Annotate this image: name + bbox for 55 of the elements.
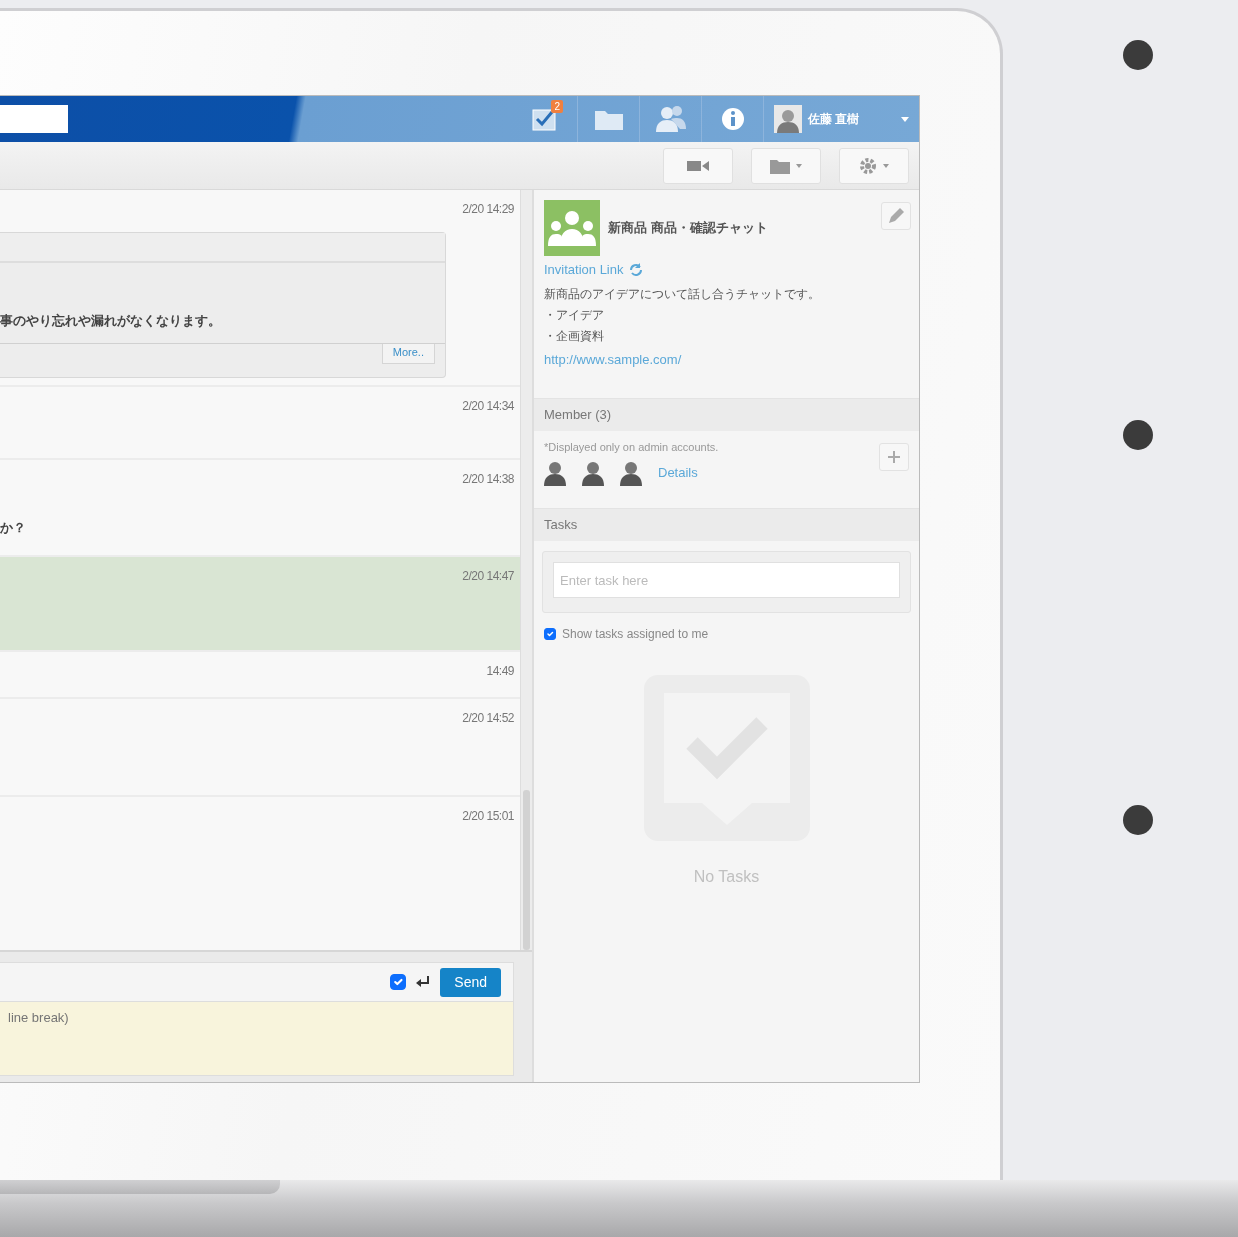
settings-icon [859,156,877,175]
details-link[interactable]: Details [658,462,698,483]
search-field[interactable] [0,105,68,133]
chat-title: 新商品 商品・確認チャット [608,219,768,238]
description-line: ・企画資料 [544,327,605,345]
add-member-button[interactable] [879,443,909,471]
enter-to-send-checkbox[interactable] [390,974,407,990]
caret-icon [883,163,889,168]
info-icon[interactable] [720,107,745,131]
invitation-link[interactable]: Invitation Link [544,260,624,280]
message-time: 2/20 14:38 [461,471,514,488]
message-time: 2/20 14:52 [461,710,514,727]
folder-menu-button[interactable] [751,147,821,184]
settings-button[interactable] [839,147,909,184]
notification-badge: 2 [551,100,563,113]
show-mine-checkbox[interactable] [544,628,556,640]
plus-icon [888,451,900,463]
message-text: か？ [0,519,27,537]
folder-icon [770,157,790,174]
bullet-icon [1123,420,1153,450]
people-icon[interactable] [654,105,687,133]
member-avatar-icon [544,459,566,486]
message-time: 2/20 14:47 [461,568,514,585]
send-button[interactable]: Send [440,967,501,997]
refresh-icon [627,261,644,278]
bullet-icon [1123,40,1153,70]
description-line: 新商品のアイデアについて話し合うチャットです。 [544,285,821,303]
task-input[interactable]: Enter task here [553,562,900,598]
show-mine-label: Show tasks assigned to me [562,626,709,643]
bullet-icon [1123,805,1153,835]
enter-key-icon [416,976,431,988]
video-call-button[interactable] [663,147,733,184]
edit-button[interactable] [881,202,911,230]
admin-note: *Displayed only on admin accounts. [544,440,720,455]
tasks-header: Tasks [534,508,919,541]
video-camera-icon [687,158,709,173]
more-link[interactable]: More.. [381,344,435,364]
user-name[interactable]: 佐藤 直樹 [808,110,860,128]
caret-icon[interactable] [901,116,909,122]
description-line: ・アイデア [544,306,605,324]
member-avatar-icon [582,459,604,486]
url-link[interactable]: http://www.sample.com/ [544,349,682,369]
avatar-icon[interactable] [774,105,802,133]
message-time: 2/20 14:34 [461,398,514,415]
message-time: 2/20 15:01 [461,808,514,825]
group-icon [544,200,600,256]
message-time: 14:49 [485,663,514,680]
member-avatar-icon [620,459,642,486]
message-input[interactable]: line break) [0,1002,514,1076]
scrollbar[interactable] [520,190,532,950]
pencil-icon [887,207,905,225]
member-header: Member (3) [534,398,919,431]
message-time: 2/20 14:29 [461,201,514,218]
card-text: 事のやり忘れや漏れがなくなります。 [0,312,222,330]
caret-icon [796,163,802,168]
